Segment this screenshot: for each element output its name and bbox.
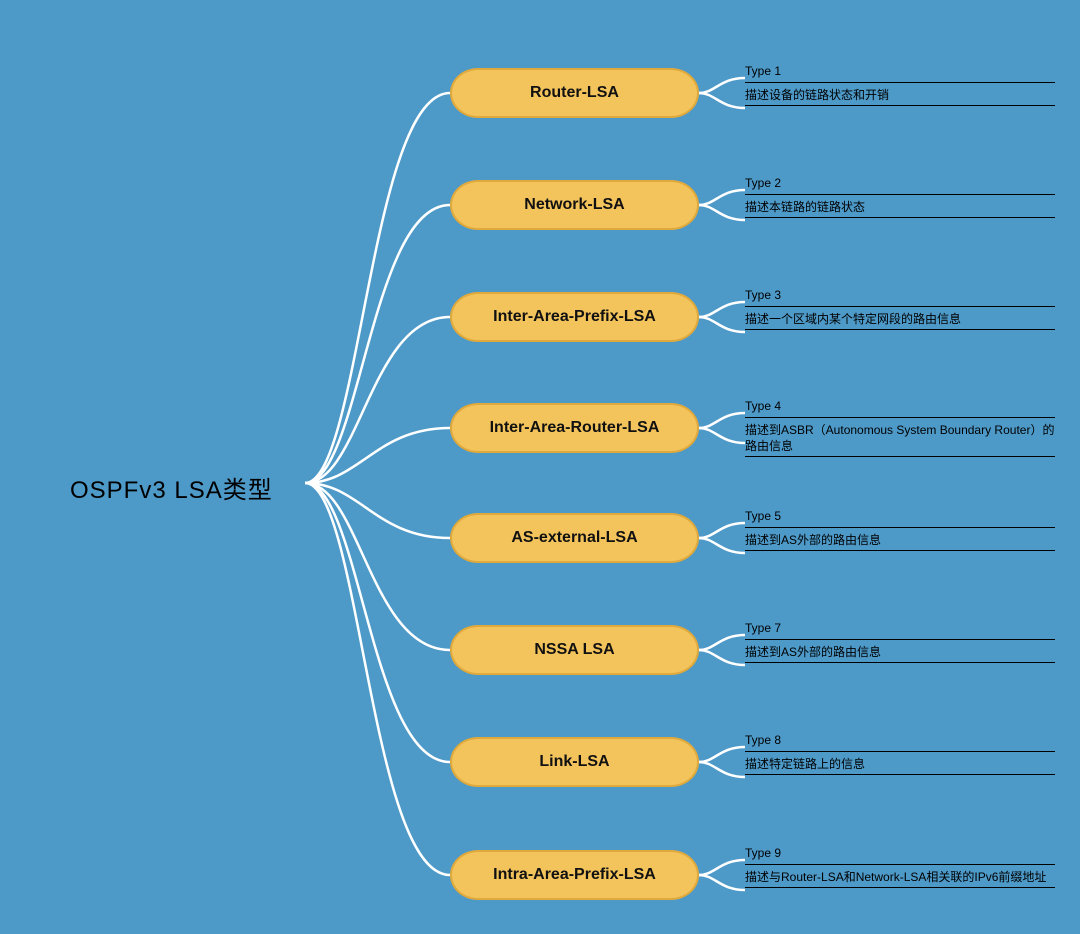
detail-network-lsa: Type 2 描述本链路的链路状态 <box>745 176 1055 220</box>
type-label: Type 4 <box>745 399 1055 413</box>
type-label: Type 1 <box>745 64 1055 78</box>
type-label: Type 5 <box>745 509 1055 523</box>
detail-router-lsa: Type 1 描述设备的链路状态和开销 <box>745 64 1055 108</box>
separator <box>745 774 1055 775</box>
type-label: Type 2 <box>745 176 1055 190</box>
separator <box>745 527 1055 528</box>
node-router-lsa: Router-LSA <box>450 68 699 118</box>
detail-inter-area-router-lsa: Type 4 描述到ASBR（Autonomous System Boundar… <box>745 399 1055 459</box>
diagram-canvas: OSPFv3 LSA类型 Router-LSA Network-LSA Inte… <box>0 0 1080 934</box>
type-label: Type 7 <box>745 621 1055 635</box>
description: 描述设备的链路状态和开销 <box>745 87 1055 103</box>
type-label: Type 8 <box>745 733 1055 747</box>
description: 描述到AS外部的路由信息 <box>745 644 1055 660</box>
detail-inter-area-prefix-lsa: Type 3 描述一个区域内某个特定网段的路由信息 <box>745 288 1055 332</box>
separator <box>745 887 1055 888</box>
node-as-external-lsa: AS-external-LSA <box>450 513 699 563</box>
separator <box>745 550 1055 551</box>
description: 描述本链路的链路状态 <box>745 199 1055 215</box>
node-nssa-lsa: NSSA LSA <box>450 625 699 675</box>
description: 描述特定链路上的信息 <box>745 756 1055 772</box>
description: 描述与Router-LSA和Network-LSA相关联的IPv6前缀地址 <box>745 869 1055 885</box>
detail-nssa-lsa: Type 7 描述到AS外部的路由信息 <box>745 621 1055 665</box>
node-intra-area-prefix-lsa: Intra-Area-Prefix-LSA <box>450 850 699 900</box>
separator <box>745 306 1055 307</box>
detail-link-lsa: Type 8 描述特定链路上的信息 <box>745 733 1055 777</box>
separator <box>745 864 1055 865</box>
separator <box>745 82 1055 83</box>
description: 描述到AS外部的路由信息 <box>745 532 1055 548</box>
separator <box>745 662 1055 663</box>
type-label: Type 3 <box>745 288 1055 302</box>
root-title: OSPFv3 LSA类型 <box>70 470 273 505</box>
separator <box>745 217 1055 218</box>
separator <box>745 639 1055 640</box>
separator <box>745 456 1055 457</box>
description: 描述一个区域内某个特定网段的路由信息 <box>745 311 1055 327</box>
detail-as-external-lsa: Type 5 描述到AS外部的路由信息 <box>745 509 1055 553</box>
node-inter-area-prefix-lsa: Inter-Area-Prefix-LSA <box>450 292 699 342</box>
separator <box>745 329 1055 330</box>
separator <box>745 751 1055 752</box>
separator <box>745 105 1055 106</box>
separator <box>745 417 1055 418</box>
node-network-lsa: Network-LSA <box>450 180 699 230</box>
connector-lines <box>0 0 1080 934</box>
description: 描述到ASBR（Autonomous System Boundary Route… <box>745 422 1055 454</box>
detail-intra-area-prefix-lsa: Type 9 描述与Router-LSA和Network-LSA相关联的IPv6… <box>745 846 1055 890</box>
type-label: Type 9 <box>745 846 1055 860</box>
node-link-lsa: Link-LSA <box>450 737 699 787</box>
node-inter-area-router-lsa: Inter-Area-Router-LSA <box>450 403 699 453</box>
separator <box>745 194 1055 195</box>
